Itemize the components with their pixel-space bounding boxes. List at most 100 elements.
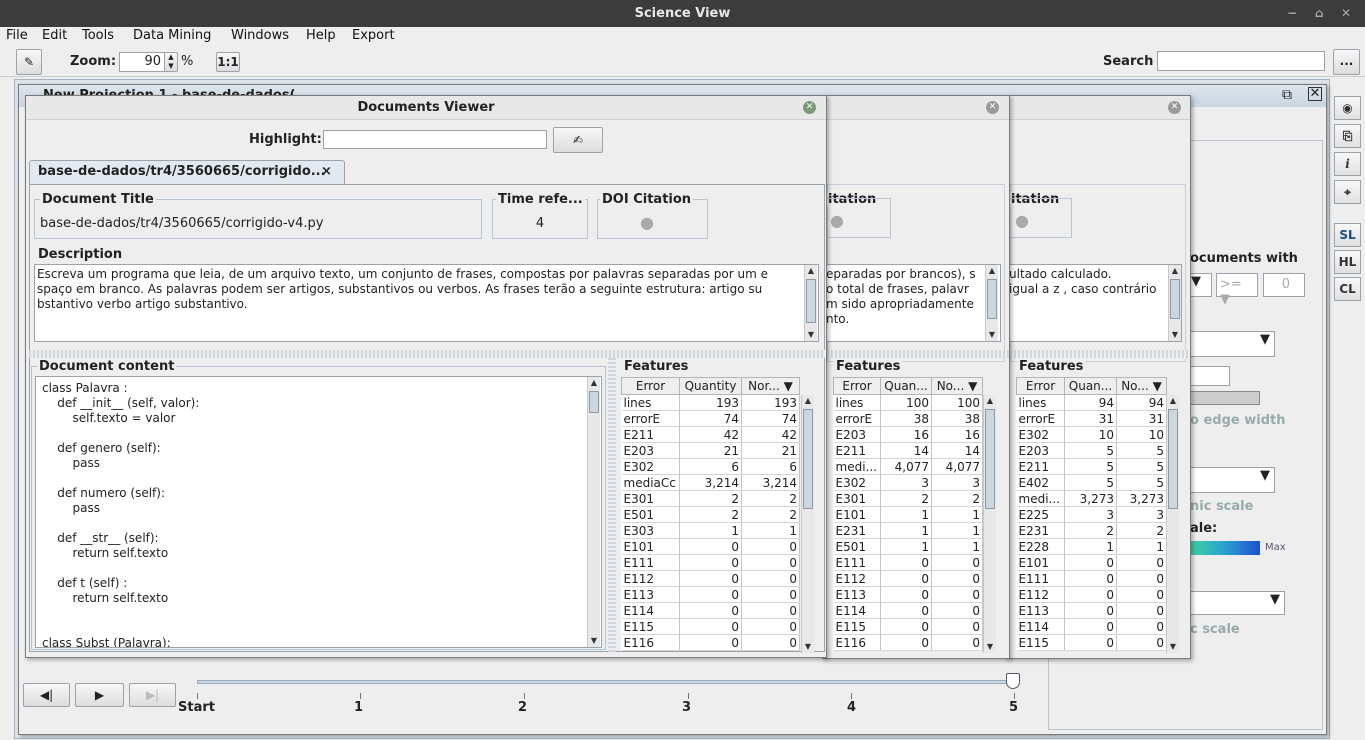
column-header[interactable]: Error: [1016, 377, 1065, 395]
menu-edit[interactable]: Edit: [42, 27, 67, 44]
column-header[interactable]: Quantity: [679, 377, 742, 395]
table-row[interactable]: E302 10 10: [1016, 426, 1167, 443]
description-scrollbar[interactable]: ▲ ▼: [804, 265, 817, 341]
table-row[interactable]: E203 16 16: [833, 426, 983, 443]
document-content[interactable]: class Palavra : def __init__ (self, valo…: [35, 376, 602, 648]
viewer3-close-icon[interactable]: ✕: [1168, 101, 1181, 114]
step-forward-button[interactable]: ▶|: [129, 683, 176, 707]
horizontal-divider[interactable]: [29, 350, 825, 358]
viewer3-description[interactable]: ultado calculado. igual a z , caso contr…: [1006, 264, 1182, 342]
column-header[interactable]: Error: [621, 377, 680, 395]
table-row[interactable]: E203 21 21: [621, 442, 800, 459]
table-row[interactable]: E112 0 0: [833, 570, 983, 587]
more-button[interactable]: ...: [1333, 49, 1360, 75]
table-row[interactable]: E115 0 0: [833, 618, 983, 635]
menu-data-mining[interactable]: Data Mining: [133, 27, 211, 44]
scroll-thumb[interactable]: [987, 279, 997, 319]
table-row[interactable]: E111 0 0: [1016, 570, 1167, 587]
scroll-down-icon[interactable]: ▼: [802, 641, 814, 653]
table-row[interactable]: E231 1 1: [833, 522, 983, 539]
table-row[interactable]: mediaCc 3,214 3,214: [621, 474, 800, 491]
viewer2-close-icon[interactable]: ✕: [986, 101, 999, 114]
close-icon[interactable]: ✕: [1341, 0, 1351, 27]
scroll-up-icon[interactable]: ▲: [1169, 265, 1181, 277]
table-row[interactable]: E402 5 5: [1016, 474, 1167, 491]
scroll-thumb[interactable]: [1168, 409, 1178, 509]
tab-close-icon[interactable]: ×: [321, 164, 332, 179]
table-row[interactable]: E115 0 0: [621, 618, 800, 635]
scroll-thumb[interactable]: [985, 409, 995, 509]
table-row[interactable]: medi... 3,273 3,273: [1016, 490, 1167, 507]
table-row[interactable]: E211 5 5: [1016, 458, 1167, 475]
viewer2-features-scrollbar[interactable]: ▲ ▼: [983, 395, 996, 653]
scroll-thumb[interactable]: [589, 391, 599, 413]
table-row[interactable]: E115 0 0: [1016, 634, 1167, 651]
scroll-up-icon[interactable]: ▲: [984, 395, 996, 407]
table-row[interactable]: E501 1 1: [833, 538, 983, 555]
zoom-input[interactable]: 90: [119, 52, 165, 72]
table-row[interactable]: E112 0 0: [621, 570, 800, 587]
scroll-up-icon[interactable]: ▲: [1167, 395, 1179, 407]
menu-windows[interactable]: Windows: [231, 27, 289, 44]
table-row[interactable]: E114 0 0: [1016, 618, 1167, 635]
document-tab[interactable]: base-de-dados/tr4/3560665/corrigido... ×: [29, 160, 345, 184]
projection-undock-icon[interactable]: ⧉: [1282, 87, 1292, 103]
edge-width-slider[interactable]: [1190, 391, 1260, 405]
viewer3-desc-scrollbar[interactable]: ▲ ▼: [1168, 265, 1181, 341]
table-row[interactable]: E303 1 1: [621, 522, 800, 539]
table-row[interactable]: E111 0 0: [833, 554, 983, 571]
vertical-divider[interactable]: [608, 358, 616, 652]
menu-help[interactable]: Help: [306, 27, 336, 44]
column-header[interactable]: Quan...: [880, 377, 932, 395]
timeline-track[interactable]: [197, 680, 1015, 684]
table-row[interactable]: errorE 74 74: [621, 410, 800, 427]
table-row[interactable]: E225 3 3: [1016, 506, 1167, 523]
table-row[interactable]: errorE 31 31: [1016, 410, 1167, 427]
column-header[interactable]: No... ▼: [931, 377, 983, 395]
scroll-thumb[interactable]: [1170, 279, 1180, 319]
restore-icon[interactable]: ⌂: [1315, 0, 1324, 27]
table-row[interactable]: E101 0 0: [621, 538, 800, 555]
scroll-down-icon[interactable]: ▼: [984, 641, 996, 653]
table-row[interactable]: lines 193 193: [621, 394, 800, 411]
table-row[interactable]: E111 0 0: [621, 554, 800, 571]
column-header[interactable]: Nor... ▼: [741, 377, 800, 395]
table-row[interactable]: medi... 4,077 4,077: [833, 458, 983, 475]
small-field[interactable]: [1190, 366, 1230, 386]
scroll-up-icon[interactable]: ▲: [588, 377, 600, 389]
timeline-thumb[interactable]: [1006, 673, 1020, 689]
column-header[interactable]: Quan...: [1064, 377, 1117, 395]
operator-combo[interactable]: >= ▼: [1216, 273, 1258, 307]
table-row[interactable]: E114 0 0: [833, 602, 983, 619]
menu-export[interactable]: Export: [352, 27, 395, 44]
table-row[interactable]: E203 5 5: [1016, 442, 1167, 459]
second-scale-combo[interactable]: ▼: [1190, 591, 1285, 615]
scroll-up-icon[interactable]: ▲: [986, 265, 998, 277]
table-row[interactable]: E116 0 0: [621, 634, 800, 651]
table-row[interactable]: lines 100 100: [833, 394, 983, 411]
table-row[interactable]: E301 2 2: [833, 490, 983, 507]
viewer2-divider[interactable]: [823, 350, 1009, 358]
menu-file[interactable]: File: [6, 27, 28, 44]
description-text[interactable]: Escreva um programa que leia, de um arqu…: [34, 264, 819, 342]
table-row[interactable]: E112 0 0: [1016, 586, 1167, 603]
scroll-up-icon[interactable]: ▲: [805, 265, 817, 277]
viewer-features-scrollbar[interactable]: ▲ ▼: [801, 395, 814, 653]
content-scrollbar[interactable]: ▲ ▼: [587, 377, 600, 647]
search-input[interactable]: [1157, 51, 1325, 71]
table-row[interactable]: E116 0 0: [833, 634, 983, 651]
viewer3-features-scrollbar[interactable]: ▲ ▼: [1166, 395, 1179, 653]
scroll-down-icon[interactable]: ▼: [805, 329, 817, 341]
side-hl-button[interactable]: HL: [1334, 250, 1361, 274]
table-row[interactable]: E113 0 0: [621, 586, 800, 603]
menu-tools[interactable]: Tools: [82, 27, 114, 44]
table-row[interactable]: E228 1 1: [1016, 538, 1167, 555]
table-row[interactable]: E302 3 3: [833, 474, 983, 491]
scroll-down-icon[interactable]: ▼: [588, 635, 600, 647]
highlight-button[interactable]: ✍: [553, 127, 603, 153]
highlight-input[interactable]: [323, 130, 547, 149]
viewer3-divider[interactable]: [1006, 350, 1190, 358]
scroll-thumb[interactable]: [806, 279, 816, 323]
side-palette-icon[interactable]: ◉: [1334, 96, 1361, 120]
step-back-button[interactable]: ◀|: [23, 683, 70, 707]
